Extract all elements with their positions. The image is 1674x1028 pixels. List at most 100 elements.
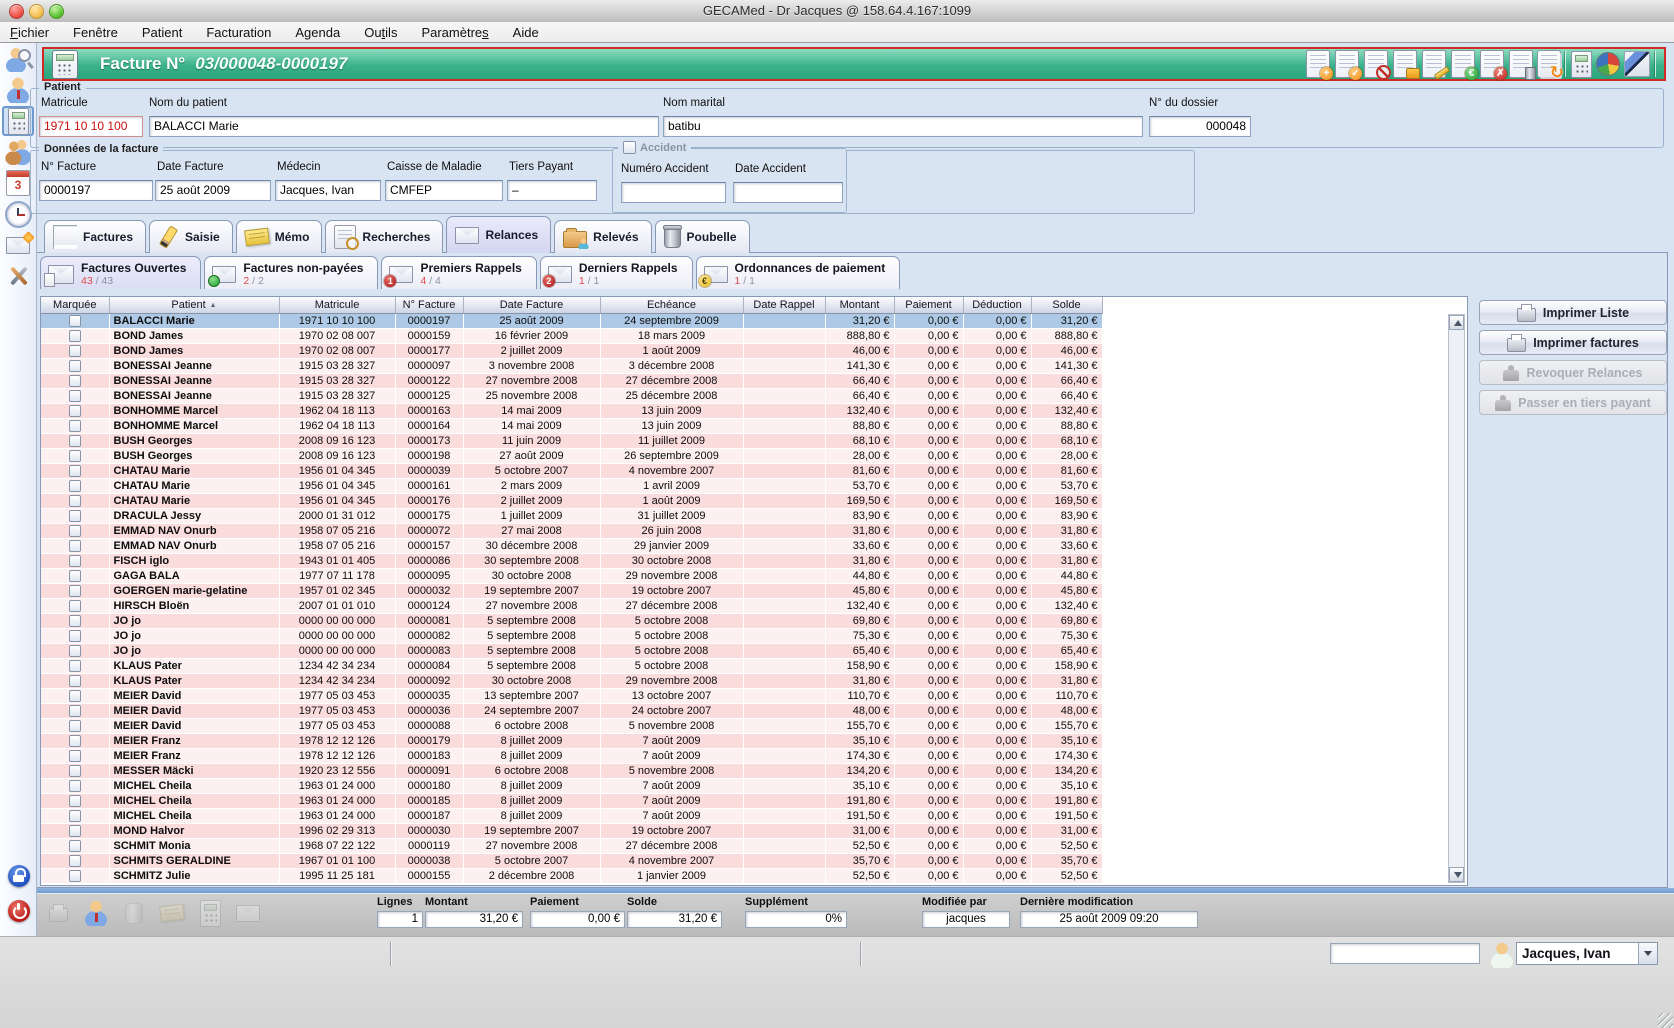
table-row[interactable]: HIRSCH Bloën 2007 01 01 010 0000124 27 n… <box>41 599 1102 614</box>
tab-poubelle[interactable]: Poubelle <box>655 220 750 253</box>
table-row[interactable]: DRACULA Jessy 2000 01 31 012 0000175 1 j… <box>41 509 1102 524</box>
table-row[interactable]: BOND James 1970 02 08 007 0000177 2 juil… <box>41 344 1102 359</box>
menu-parametres[interactable]: Paramètres <box>421 25 488 40</box>
marital-name-field[interactable]: batibu <box>663 116 1143 137</box>
caisse-field[interactable]: CMFEP <box>385 180 503 201</box>
nfacture-field[interactable]: 0000197 <box>39 180 153 201</box>
passer-en-tiers-payant-button[interactable]: Passer en tiers payant <box>1479 390 1667 415</box>
sidebar-item-tools[interactable] <box>2 261 34 291</box>
row-checkbox[interactable] <box>69 630 81 642</box>
table-row[interactable]: BONHOMME Marcel 1962 04 18 113 0000163 1… <box>41 404 1102 419</box>
tab-relances[interactable]: Relances <box>446 216 551 253</box>
row-checkbox[interactable] <box>69 855 81 867</box>
row-checkbox[interactable] <box>69 780 81 792</box>
statistics-pie-icon[interactable] <box>1597 53 1619 75</box>
table-row[interactable]: MICHEL Cheila 1963 01 24 000 0000185 8 j… <box>41 794 1102 809</box>
table-row[interactable]: CHATAU Marie 1956 01 04 345 0000176 2 ju… <box>41 494 1102 509</box>
table-row[interactable]: MESSER Mäcki 1920 23 12 556 0000091 6 oc… <box>41 764 1102 779</box>
scroll-up-button[interactable] <box>1449 315 1464 330</box>
table-row[interactable]: BUSH Georges 2008 09 16 123 0000173 11 j… <box>41 434 1102 449</box>
tiers-payant-field[interactable]: – <box>507 180 597 201</box>
row-checkbox[interactable] <box>69 450 81 462</box>
matricule-field[interactable]: 1971 10 10 100 <box>39 116 143 137</box>
row-checkbox[interactable] <box>69 345 81 357</box>
date-facture-field[interactable]: 25 août 2009 <box>155 180 271 201</box>
medecin-field[interactable]: Jacques, Ivan <box>275 180 381 201</box>
sidebar-item-shutdown[interactable] <box>0 900 37 922</box>
user-select[interactable]: Jacques, Ivan <box>1516 942 1658 965</box>
table-row[interactable]: KLAUS Pater 1234 42 34 234 0000092 30 oc… <box>41 674 1102 689</box>
table-row[interactable]: BOND James 1970 02 08 007 0000159 16 fév… <box>41 329 1102 344</box>
resize-grip[interactable] <box>1658 1013 1673 1028</box>
row-checkbox[interactable] <box>69 720 81 732</box>
table-row[interactable]: CHATAU Marie 1956 01 04 345 0000161 2 ma… <box>41 479 1102 494</box>
subtab-derniers-rappels[interactable]: Derniers Rappels 1 / 1 <box>540 256 693 289</box>
invoice-lock-icon[interactable] <box>1393 50 1417 78</box>
row-checkbox[interactable] <box>69 405 81 417</box>
table-row[interactable]: BALACCI Marie 1971 10 10 100 0000197 25 … <box>41 314 1102 329</box>
numero-accident-field[interactable] <box>621 182 726 203</box>
subtab-premiers-rappels[interactable]: Premiers Rappels 4 / 4 <box>381 256 536 289</box>
table-row[interactable]: BONESSAI Jeanne 1915 03 28 327 0000097 3… <box>41 359 1102 374</box>
menu-fenetre[interactable]: Fenêtre <box>73 25 118 40</box>
row-checkbox[interactable] <box>69 360 81 372</box>
row-checkbox[interactable] <box>69 870 81 882</box>
date-accident-field[interactable] <box>733 182 843 203</box>
row-checkbox[interactable] <box>69 615 81 627</box>
column-header-solde[interactable]: Solde <box>1031 297 1102 314</box>
menu-patient[interactable]: Patient <box>142 25 182 40</box>
row-checkbox[interactable] <box>69 735 81 747</box>
table-row[interactable]: GAGA BALA 1977 07 11 178 0000095 30 octo… <box>41 569 1102 584</box>
row-checkbox[interactable] <box>69 375 81 387</box>
column-header-paiement[interactable]: Paiement <box>894 297 963 314</box>
row-checkbox[interactable] <box>69 765 81 777</box>
table-row[interactable]: JO jo 0000 00 00 000 0000081 5 septembre… <box>41 614 1102 629</box>
invoice-payment-delete-icon[interactable] <box>1480 50 1504 78</box>
row-checkbox[interactable] <box>69 570 81 582</box>
column-header-matricule[interactable]: Matricule <box>279 297 395 314</box>
status-tool-patient[interactable] <box>81 898 111 928</box>
row-checkbox[interactable] <box>69 495 81 507</box>
chevron-down-icon[interactable] <box>1638 943 1657 964</box>
column-header-montant[interactable]: Montant <box>825 297 894 314</box>
status-tool-archive[interactable] <box>119 898 149 928</box>
invoice-validate-icon[interactable] <box>1335 50 1359 78</box>
row-checkbox[interactable] <box>69 435 81 447</box>
table-row[interactable]: EMMAD NAV Onurb 1958 07 05 216 0000157 3… <box>41 539 1102 554</box>
row-checkbox[interactable] <box>69 480 81 492</box>
table-row[interactable]: MICHEL Cheila 1963 01 24 000 0000187 8 j… <box>41 809 1102 824</box>
vertical-scrollbar[interactable] <box>1448 314 1465 883</box>
row-checkbox[interactable] <box>69 840 81 852</box>
table-row[interactable]: SCHMITS GERALDINE 1967 01 01 100 0000038… <box>41 854 1102 869</box>
imprimer-liste-button[interactable]: Imprimer Liste <box>1479 300 1667 325</box>
row-checkbox[interactable] <box>69 585 81 597</box>
column-header-echeance[interactable]: Echéance <box>600 297 743 314</box>
row-checkbox[interactable] <box>69 525 81 537</box>
subtab-factures-ouvertes[interactable]: Factures Ouvertes 43 / 43 <box>40 256 201 289</box>
table-row[interactable]: MEIER David 1977 05 03 453 0000035 13 se… <box>41 689 1102 704</box>
column-header-nfacture[interactable]: N° Facture <box>395 297 463 314</box>
sidebar-item-search-patient[interactable] <box>2 44 34 74</box>
tab-memo[interactable]: Mémo <box>236 220 323 253</box>
row-checkbox[interactable] <box>69 555 81 567</box>
row-checkbox[interactable] <box>69 825 81 837</box>
invoice-revoke-icon[interactable] <box>1364 50 1388 78</box>
row-checkbox[interactable] <box>69 510 81 522</box>
patient-name-field[interactable]: BALACCI Marie <box>149 116 659 137</box>
menu-agenda[interactable]: Agenda <box>295 25 340 40</box>
table-row[interactable]: BONHOMME Marcel 1962 04 18 113 0000164 1… <box>41 419 1102 434</box>
row-checkbox[interactable] <box>69 315 81 327</box>
table-row[interactable]: MOND Halvor 1996 02 29 313 0000030 19 se… <box>41 824 1102 839</box>
imprimer-factures-button[interactable]: Imprimer factures <box>1479 330 1667 355</box>
row-checkbox[interactable] <box>69 675 81 687</box>
column-header-daterappel[interactable]: Date Rappel <box>743 297 825 314</box>
table-row[interactable]: MEIER Franz 1978 12 12 126 0000183 8 jui… <box>41 749 1102 764</box>
table-row[interactable]: MICHEL Cheila 1963 01 24 000 0000180 8 j… <box>41 779 1102 794</box>
menu-outils[interactable]: Outils <box>364 25 397 40</box>
table-row[interactable]: MEIER Franz 1978 12 12 126 0000179 8 jui… <box>41 734 1102 749</box>
row-checkbox[interactable] <box>69 420 81 432</box>
invoice-trash-icon[interactable] <box>1509 50 1533 78</box>
table-row[interactable]: MEIER David 1977 05 03 453 0000088 6 oct… <box>41 719 1102 734</box>
revoquer-relances-button[interactable]: Revoquer Relances <box>1479 360 1667 385</box>
sign-pen-icon[interactable] <box>1624 51 1650 77</box>
